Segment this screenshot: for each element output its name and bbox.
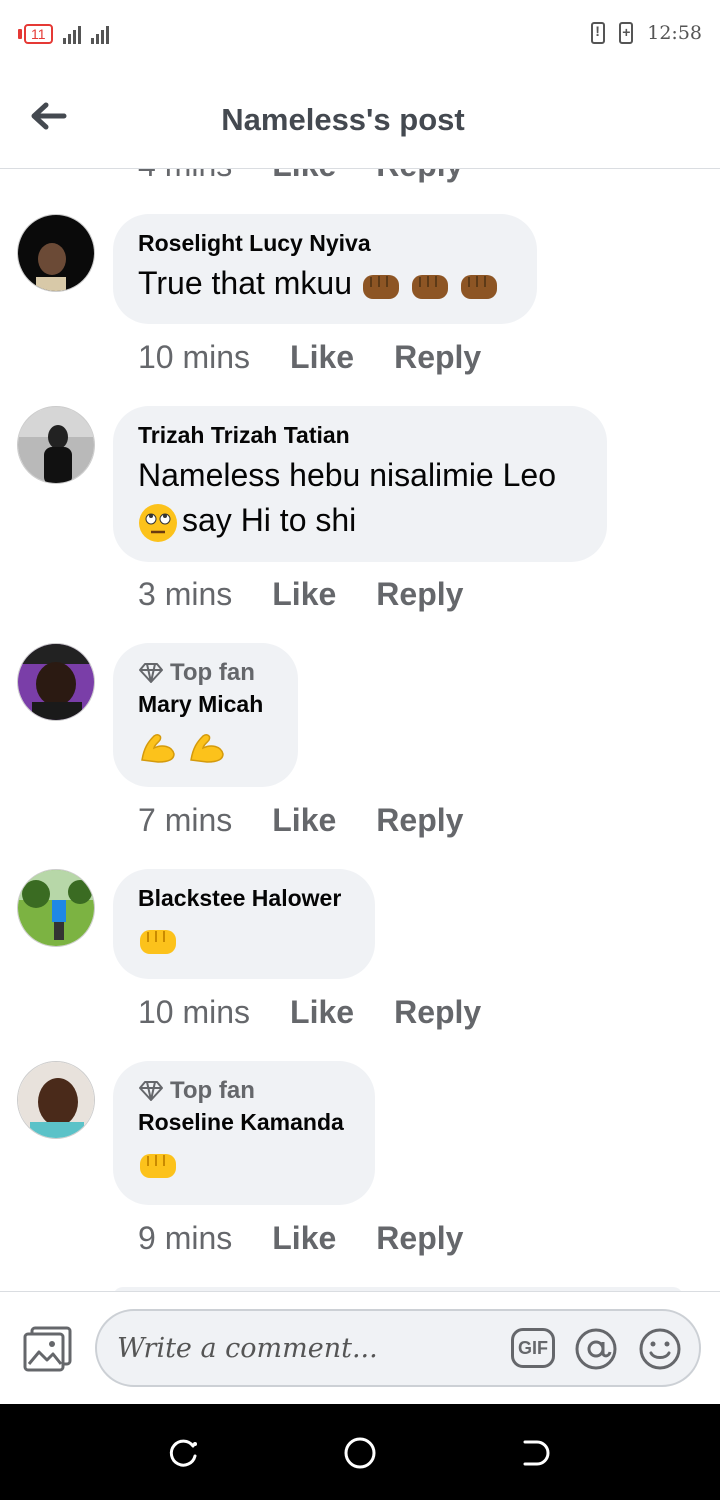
comment-actions: 10 mins Like Reply xyxy=(138,339,481,376)
oncoming-fist-emoji-icon xyxy=(140,929,176,954)
comment-composer: Write a comment... GIF xyxy=(0,1291,720,1405)
photo-button[interactable] xyxy=(22,1324,74,1374)
like-button[interactable]: Like xyxy=(290,994,354,1031)
home-button[interactable] xyxy=(343,1436,377,1470)
oncoming-fist-emoji-icon xyxy=(460,274,497,299)
avatar[interactable] xyxy=(17,406,95,484)
comment-bubble[interactable]: Trizah Trizah Tatian Nameless hebu nisal… xyxy=(113,406,607,562)
badge-label: Top fan xyxy=(170,1077,255,1104)
comment-bubble[interactable]: Top fan Mary Micah xyxy=(113,643,298,787)
phone-alert-icon xyxy=(591,22,606,44)
reply-button[interactable]: Reply xyxy=(376,802,463,839)
app-header: Nameless's post xyxy=(0,72,720,169)
battery-alert-icon: 11 xyxy=(18,24,53,44)
recents-button[interactable] xyxy=(167,1436,201,1470)
reply-button[interactable]: Reply xyxy=(376,169,463,184)
like-button[interactable]: Like xyxy=(272,1220,336,1257)
reply-button[interactable]: Reply xyxy=(376,1220,463,1257)
comments-feed[interactable]: 4 mins Like Reply Roselight Lucy Nyiva T… xyxy=(0,169,720,1291)
comment-author[interactable]: Trizah Trizah Tatian xyxy=(138,422,581,449)
emoji-button[interactable] xyxy=(638,1327,682,1371)
like-button[interactable]: Like xyxy=(290,339,354,376)
back-nav-icon xyxy=(523,1440,550,1466)
comment-actions: 10 mins Like Reply xyxy=(138,994,481,1031)
avatar[interactable] xyxy=(17,643,95,721)
comment-time: 10 mins xyxy=(138,339,251,375)
comment-author[interactable]: Roselight Lucy Nyiva xyxy=(138,230,511,257)
like-button[interactable]: Like xyxy=(272,802,336,839)
comment-input-placeholder: Write a comment... xyxy=(117,1333,378,1364)
comment-bubble[interactable]: Top fan Roseline Kamanda xyxy=(113,1061,375,1205)
partial-comment-actions: 4 mins Like Reply xyxy=(138,169,463,184)
reply-button[interactable]: Reply xyxy=(394,339,481,376)
top-fan-badge: Top fan xyxy=(138,1077,349,1105)
comment-author[interactable]: Roseline Kamanda xyxy=(138,1109,349,1136)
comment-text: Nameless hebu nisalimie Leo say Hi to sh… xyxy=(138,453,581,543)
recents-icon xyxy=(169,1439,197,1467)
status-right: 12:58 xyxy=(591,22,702,44)
flexed-biceps-emoji-icon xyxy=(141,733,175,763)
diamond-icon xyxy=(139,663,163,683)
comment-time: 10 mins xyxy=(138,994,251,1030)
comment-actions: 7 mins Like Reply xyxy=(138,802,463,839)
photo-icon xyxy=(23,1326,72,1372)
comment-author[interactable]: Mary Micah xyxy=(138,691,272,718)
clock: 12:58 xyxy=(647,22,702,44)
comment-time: 9 mins xyxy=(138,1220,233,1256)
flexed-biceps-emoji-icon xyxy=(190,733,224,763)
back-nav-button[interactable] xyxy=(519,1436,553,1470)
reply-button[interactable]: Reply xyxy=(376,576,463,613)
comment-text-line-2: say Hi to shi xyxy=(138,498,581,543)
status-bar: 11 12:58 xyxy=(0,0,720,72)
comment-text xyxy=(138,1140,349,1185)
gif-button[interactable]: GIF xyxy=(511,1328,555,1368)
badge-label: Top fan xyxy=(170,659,255,686)
comment-bubble[interactable]: Roselight Lucy Nyiva True that mkuu xyxy=(113,214,537,324)
comment-text-line: Nameless hebu nisalimie Leo xyxy=(138,457,556,493)
like-button[interactable]: Like xyxy=(272,169,336,184)
comment-text xyxy=(138,722,272,767)
home-icon xyxy=(344,1437,376,1469)
battery-icon xyxy=(619,22,634,44)
avatar[interactable] xyxy=(17,869,95,947)
system-nav-bar xyxy=(0,1404,720,1500)
smile-icon xyxy=(639,1328,681,1370)
mention-button[interactable] xyxy=(574,1327,618,1371)
comment-bubble[interactable]: Blackstee Halower xyxy=(113,869,375,979)
at-icon xyxy=(575,1328,617,1370)
oncoming-fist-emoji-icon xyxy=(140,1153,176,1178)
avatar[interactable] xyxy=(17,214,95,292)
oncoming-fist-emoji-icon xyxy=(411,274,448,299)
comment-time: 3 mins xyxy=(138,576,233,612)
comment-actions: 3 mins Like Reply xyxy=(138,576,463,613)
comment-text xyxy=(138,916,349,961)
comment-text: True that mkuu xyxy=(138,261,511,306)
comment-time: 4 mins xyxy=(138,169,232,184)
comment-actions: 9 mins Like Reply xyxy=(138,1220,463,1257)
signal-icon-2 xyxy=(90,24,109,44)
page-title: Nameless's post xyxy=(221,102,465,137)
status-left: 11 xyxy=(18,24,109,44)
signal-icon xyxy=(62,24,81,44)
rolling-eyes-emoji-icon xyxy=(139,503,177,542)
comment-text-content: say Hi to shi xyxy=(182,502,357,538)
comment-input[interactable]: Write a comment... GIF xyxy=(95,1309,701,1387)
top-fan-badge: Top fan xyxy=(138,659,272,687)
reply-button[interactable]: Reply xyxy=(394,994,481,1031)
comment-time: 7 mins xyxy=(138,802,233,838)
comment-author[interactable]: Blackstee Halower xyxy=(138,885,349,912)
oncoming-fist-emoji-icon xyxy=(362,274,399,299)
avatar[interactable] xyxy=(17,1061,95,1139)
diamond-icon xyxy=(139,1081,163,1101)
comment-text-content: True that mkuu xyxy=(138,265,353,301)
like-button[interactable]: Like xyxy=(272,576,336,613)
notification-count: 11 xyxy=(24,24,53,44)
